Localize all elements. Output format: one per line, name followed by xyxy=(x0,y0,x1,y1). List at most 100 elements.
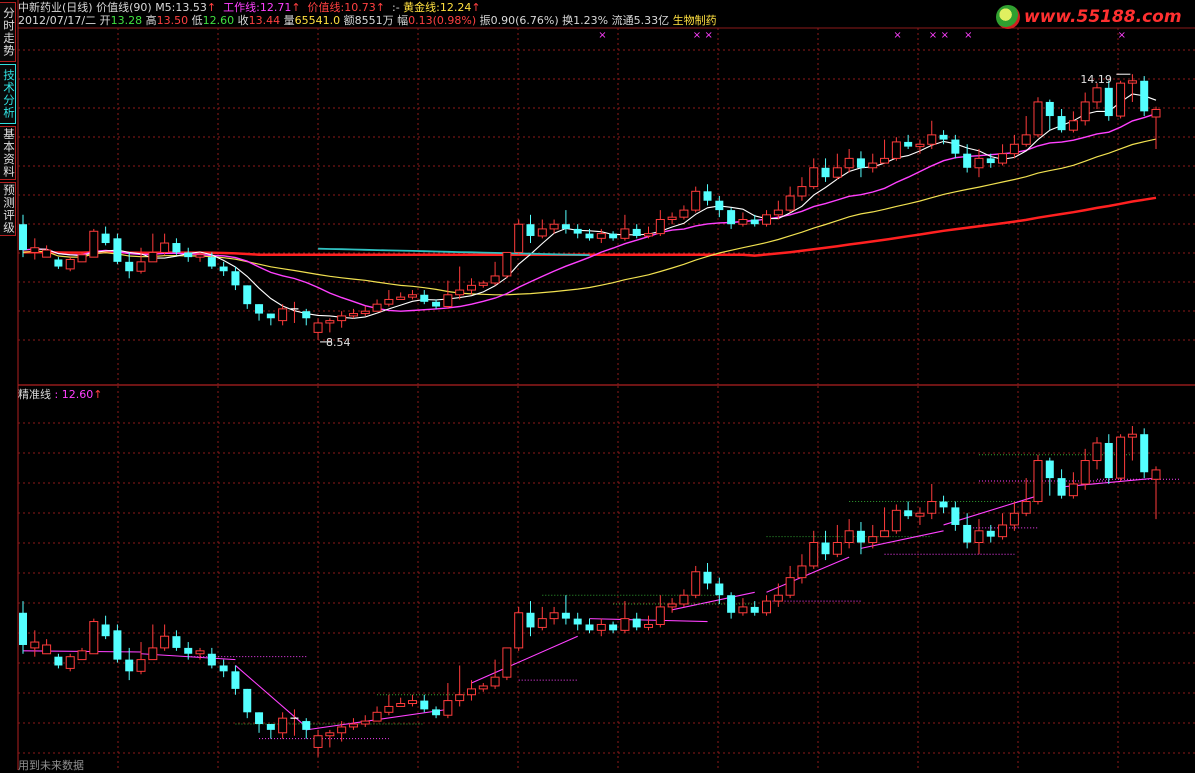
lower-candle xyxy=(478,683,488,692)
upper-candle xyxy=(502,251,512,279)
industry: 生物制药 xyxy=(672,14,717,27)
upper-candles xyxy=(19,74,1161,340)
lower-candle xyxy=(443,683,453,719)
candle-body xyxy=(1104,87,1113,117)
lower-candle xyxy=(927,483,937,520)
lower-candle xyxy=(561,595,570,625)
candle-body xyxy=(986,158,995,164)
candle-body xyxy=(561,612,570,619)
candle-body xyxy=(1151,108,1161,118)
upper-candle xyxy=(219,261,228,276)
precise-segment xyxy=(766,556,850,593)
lower-candle xyxy=(160,624,170,651)
lower-candle xyxy=(974,519,984,555)
m5-arrow: ↑ xyxy=(206,1,217,14)
candle-body xyxy=(372,303,382,312)
lower-candle xyxy=(809,530,819,569)
candlestick-chart[interactable]: 14.19 8.54 × × × × × × × × xyxy=(0,0,1195,770)
candle-body xyxy=(1021,501,1031,514)
candle-body xyxy=(325,320,335,324)
candle-body xyxy=(927,134,937,145)
candle-body xyxy=(396,296,406,300)
candle-body xyxy=(832,167,842,178)
upper-candle xyxy=(1068,111,1078,133)
upper-candle xyxy=(715,196,724,218)
site-logo[interactable]: www.55188.com xyxy=(996,4,1182,30)
lower-candle xyxy=(880,507,890,538)
candle-body xyxy=(679,594,689,605)
lower-candle xyxy=(951,501,960,531)
candle-body xyxy=(1033,101,1043,136)
candle-body xyxy=(691,571,701,596)
lower-candle xyxy=(325,729,335,748)
upper-candle xyxy=(89,228,99,258)
candle-body xyxy=(219,665,228,672)
candle-body xyxy=(632,228,641,236)
upper-candle xyxy=(1140,76,1149,117)
candle-body xyxy=(1009,512,1019,526)
lower-candle xyxy=(762,595,772,616)
lower-candle xyxy=(54,653,63,669)
upper-candle xyxy=(1045,99,1054,131)
candle-body xyxy=(738,606,748,614)
candle-body xyxy=(420,700,429,710)
value-line xyxy=(22,196,1157,257)
candle-body xyxy=(125,261,134,272)
gold-line-arrow: ↑ xyxy=(471,1,481,14)
lower-candle xyxy=(549,606,559,625)
candle-body xyxy=(880,157,890,164)
candle-body xyxy=(585,233,594,239)
candle-body xyxy=(1140,434,1149,473)
candle-body xyxy=(42,644,52,655)
candle-body xyxy=(302,311,311,319)
lower-candle xyxy=(821,530,830,561)
candle-body xyxy=(939,501,948,508)
lower-candle xyxy=(691,565,701,599)
candle-body xyxy=(490,275,500,284)
lower-candle xyxy=(596,618,606,637)
upper-candle xyxy=(1151,106,1161,149)
upper-candle xyxy=(148,233,158,263)
candle-body xyxy=(951,507,960,525)
lower-candle xyxy=(407,694,417,707)
upper-candle xyxy=(785,186,795,213)
lower-level-lines xyxy=(22,454,1180,740)
candle-body xyxy=(596,233,606,239)
upper-candle xyxy=(432,299,441,309)
upper-candle xyxy=(1009,134,1019,159)
lower-candle xyxy=(526,601,535,637)
candle-body xyxy=(455,289,465,296)
candle-body xyxy=(443,294,453,308)
lower-candle xyxy=(915,507,925,525)
m5-line xyxy=(34,93,1157,319)
lower-candle xyxy=(1080,448,1090,490)
lower-candle xyxy=(750,601,759,616)
candle-body xyxy=(30,641,40,649)
lower-candle xyxy=(19,601,27,654)
upper-candle xyxy=(1057,109,1066,133)
candle-body xyxy=(703,191,712,201)
lower-candle xyxy=(125,647,134,681)
lower-candle xyxy=(313,729,323,757)
candle-body xyxy=(313,322,323,333)
lower-candle xyxy=(797,554,807,584)
candle-body xyxy=(821,542,830,555)
lower-candle xyxy=(89,618,99,655)
candle-body xyxy=(974,530,984,544)
candle-body xyxy=(526,224,535,236)
upper-candle xyxy=(868,153,878,173)
candle-body xyxy=(703,571,712,584)
candle-body xyxy=(537,228,547,237)
gold-line-label: 黄金线: xyxy=(403,1,440,14)
candle-body xyxy=(136,659,146,672)
candle-body xyxy=(325,732,335,737)
candle-body xyxy=(904,141,913,147)
lower-candle xyxy=(537,606,547,631)
candle-body xyxy=(101,624,110,637)
low-value: 12.60 xyxy=(202,14,235,27)
lower-candle xyxy=(785,565,795,599)
lower-candle xyxy=(1151,466,1161,520)
candle-body xyxy=(337,315,347,322)
upper-candle xyxy=(1021,116,1031,147)
candle-body xyxy=(101,233,110,244)
